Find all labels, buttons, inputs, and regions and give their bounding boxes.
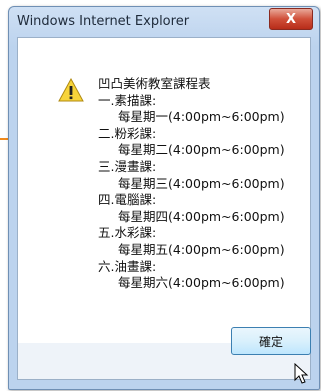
course-time: 每星期二(4:00pm~6:00pm) bbox=[118, 142, 285, 158]
course-time: 每星期一(4:00pm~6:00pm) bbox=[118, 109, 285, 125]
message-heading: 凹凸美術教室課程表 bbox=[98, 76, 211, 91]
course-label: 一.素描課: bbox=[98, 92, 157, 108]
course-label: 五.水彩課: bbox=[98, 225, 157, 241]
alert-dialog: Windows Internet Explorer X 凹凸美術教室課程表 一.… bbox=[8, 6, 320, 390]
course-label: 四.電腦課: bbox=[98, 192, 157, 208]
ok-button-label: 確定 bbox=[258, 334, 283, 349]
close-button[interactable]: X bbox=[269, 8, 313, 30]
course-time: 每星期三(4:00pm~6:00pm) bbox=[118, 175, 285, 191]
message-area: 凹凸美術教室課程表 一.素描課: 每星期一(4:00pm~6:00pm) 二.粉… bbox=[17, 37, 311, 344]
title-bar[interactable]: Windows Internet Explorer X bbox=[9, 7, 319, 37]
warning-icon bbox=[58, 78, 84, 102]
course-time: 每星期六(4:00pm~6:00pm) bbox=[118, 275, 285, 291]
course-label: 二.粉彩課: bbox=[98, 125, 157, 141]
course-time: 每星期四(4:00pm~6:00pm) bbox=[118, 208, 285, 224]
dialog-title: Windows Internet Explorer bbox=[17, 14, 190, 29]
course-label: 六.油畫課: bbox=[98, 258, 157, 274]
course-time: 每星期五(4:00pm~6:00pm) bbox=[118, 241, 285, 257]
course-label: 三.漫畫課: bbox=[98, 158, 157, 174]
ok-button[interactable]: 確定 bbox=[231, 327, 311, 355]
close-icon: X bbox=[285, 11, 297, 27]
message-text: 凹凸美術教室課程表 一.素描課: 每星期一(4:00pm~6:00pm) 二.粉… bbox=[98, 76, 285, 292]
mouse-cursor-icon bbox=[294, 363, 309, 384]
